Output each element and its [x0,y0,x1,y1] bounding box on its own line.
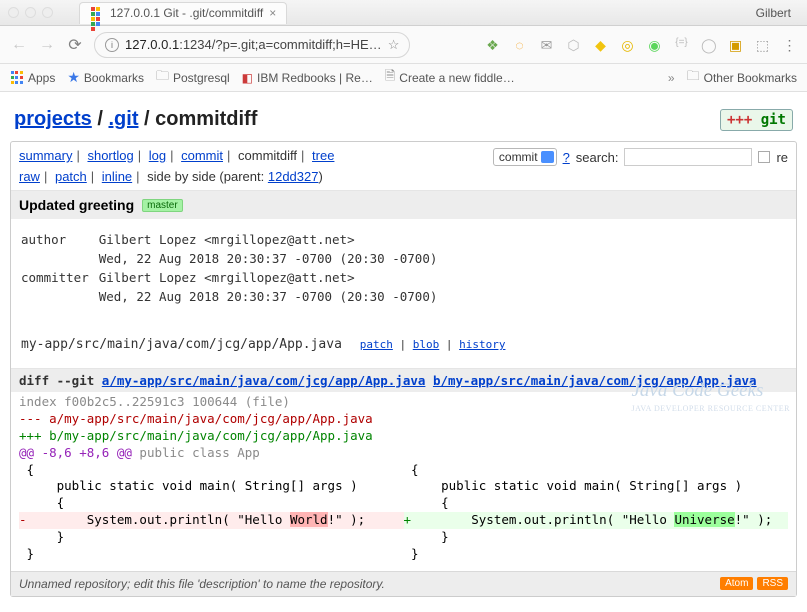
nav-log[interactable]: log [149,148,166,163]
other-bookmarks[interactable]: 🗀Other Bookmarks [687,67,797,89]
traffic-light-max[interactable] [42,7,53,18]
window-titlebar: 127.0.0.1 Git - .git/commitdiff × Gilber… [0,0,807,26]
ext-icon[interactable]: ◉ [647,37,662,52]
nav-raw[interactable]: raw [19,169,40,184]
crumb-projects[interactable]: projects [14,108,92,131]
traffic-light-min[interactable] [25,7,36,18]
address-bar[interactable]: i 127.0.0.1:1234/?p=.git;a=commitdiff;h=… [94,32,410,58]
nav-patch[interactable]: patch [55,169,87,184]
search-box: commit ? search: re [493,148,788,166]
site-info-icon[interactable]: i [105,38,119,52]
ext-icon[interactable]: ◯ [701,37,716,52]
ext-icon[interactable]: ✉ [539,37,554,52]
browser-tab[interactable]: 127.0.0.1 Git - .git/commitdiff × [79,2,287,24]
apps-button[interactable]: Apps [10,71,55,85]
page-content: projects / .git / commitdiff +++ git sum… [0,92,807,605]
nav-tree[interactable]: tree [312,148,334,163]
favicon-icon [90,6,104,20]
diff-file-a[interactable]: a/my-app/src/main/java/com/jcg/app/App.j… [102,373,426,388]
re-checkbox[interactable] [758,151,770,163]
ext-icon[interactable]: ◎ [620,37,635,52]
bookmark-item[interactable]: 🗀Postgresql [156,67,230,89]
branch-badge[interactable]: master [142,199,183,212]
nav-commitdiff: commitdiff [238,148,297,163]
parent-hash[interactable]: 12dd327 [268,169,319,184]
commit-meta: authorGilbert Lopez <mrgillopez@att.net>… [11,219,796,321]
folder-icon: 🗀 [156,67,169,89]
file-bar: my-app/src/main/java/com/jcg/app/App.jav… [11,321,796,369]
author-label: author [21,231,97,248]
url-text: 127.0.0.1:1234/?p=.git;a=commitdiff;h=HE… [125,37,382,52]
author-date: Wed, 22 Aug 2018 20:30:37 -0700 (20:30 -… [99,250,446,267]
tab-title: 127.0.0.1 Git - .git/commitdiff [110,6,263,20]
profile-name[interactable]: Gilbert [756,6,799,20]
bookmarks-bar: Apps ★Bookmarks 🗀Postgresql ◧IBM Redbook… [0,64,807,92]
ext-icon[interactable]: ◌ [512,37,527,52]
rss-feed[interactable]: RSS [757,577,788,590]
browser-toolbar: ← → ⟳ i 127.0.0.1:1234/?p=.git;a=commitd… [0,26,807,64]
author-name: Gilbert Lopez <mrgillopez@att.net> [99,231,446,248]
page-icon: 🗎 [385,67,395,89]
nav-inline[interactable]: inline [102,169,132,184]
ext-icon[interactable]: ⬡ [566,37,581,52]
diff-block: diff --git a/my-app/src/main/java/com/jc… [11,369,796,571]
re-label: re [776,150,788,165]
star-outline-icon[interactable]: ☆ [388,37,400,53]
traffic-light-close[interactable] [8,7,19,18]
ext-icon[interactable]: ▣ [728,37,743,52]
forward-icon[interactable]: → [38,36,56,54]
nav-shortlog[interactable]: shortlog [87,148,133,163]
extensions-area: ❖ ◌ ✉ ⬡ ◆ ◎ ◉ {=} ◯ ▣ ⬚ ⋮ [485,37,797,52]
star-icon: ★ [67,69,80,86]
committer-label: committer [21,269,97,286]
footer-desc: Unnamed repository; edit this file 'desc… [19,577,385,591]
ext-icon[interactable]: ❖ [485,37,500,52]
diff-header: diff --git a/my-app/src/main/java/com/jc… [11,369,796,392]
bookmark-item[interactable]: ◧IBM Redbooks | Re… [242,71,373,85]
ext-icon[interactable]: {=} [674,37,689,52]
changed-line: - System.out.println( "Hello World!" ); … [19,512,788,529]
commit-title: Updated greeting [19,197,134,213]
crumb-git[interactable]: .git [108,108,138,131]
main-panel: summary| shortlog| log| commit| commitdi… [10,141,797,597]
overflow-icon[interactable]: » [668,71,675,85]
search-help[interactable]: ? [563,150,570,165]
back-icon[interactable]: ← [10,36,28,54]
committer-date: Wed, 22 Aug 2018 20:30:37 -0700 (20:30 -… [99,288,446,305]
atom-feed[interactable]: Atom [720,577,753,590]
close-tab-icon[interactable]: × [269,6,276,20]
ext-icon[interactable]: ⬚ [755,37,770,52]
search-type-select[interactable]: commit [493,148,557,166]
footer: Unnamed repository; edit this file 'desc… [11,571,796,596]
nav-sbs-prefix: side by side (parent: [147,169,268,184]
nav-sbs-suffix: ) [318,169,322,184]
ext-icon[interactable]: ◆ [593,37,608,52]
breadcrumb: projects / .git / commitdiff +++ git [10,100,797,141]
diff-body: Java Code GeeksJAVA DEVELOPER RESOURCE C… [11,392,796,571]
diff-file-b[interactable]: b/my-app/src/main/java/com/jcg/app/App.j… [433,373,757,388]
sub-nav: summary| shortlog| log| commit| commitdi… [11,142,796,191]
commit-header: Updated greeting master [11,191,796,219]
link-history[interactable]: history [459,338,505,351]
bookmark-item[interactable]: ★Bookmarks [67,69,144,86]
bookmark-item[interactable]: 🗎Create a new fiddle… [385,67,515,89]
nav-summary[interactable]: summary [19,148,72,163]
link-blob[interactable]: blob [413,338,440,351]
redbook-icon: ◧ [242,71,253,85]
folder-icon: 🗀 [687,67,700,89]
reload-icon[interactable]: ⟳ [66,35,84,55]
link-patch[interactable]: patch [360,338,393,351]
search-label: search: [576,150,619,165]
nav-commit[interactable]: commit [181,148,223,163]
menu-icon[interactable]: ⋮ [782,37,797,52]
committer-name: Gilbert Lopez <mrgillopez@att.net> [99,269,446,286]
crumb-tail: commitdiff [155,108,257,131]
file-path: my-app/src/main/java/com/jcg/app/App.jav… [21,337,342,352]
search-input[interactable] [624,148,752,166]
git-logo[interactable]: +++ git [720,109,793,131]
